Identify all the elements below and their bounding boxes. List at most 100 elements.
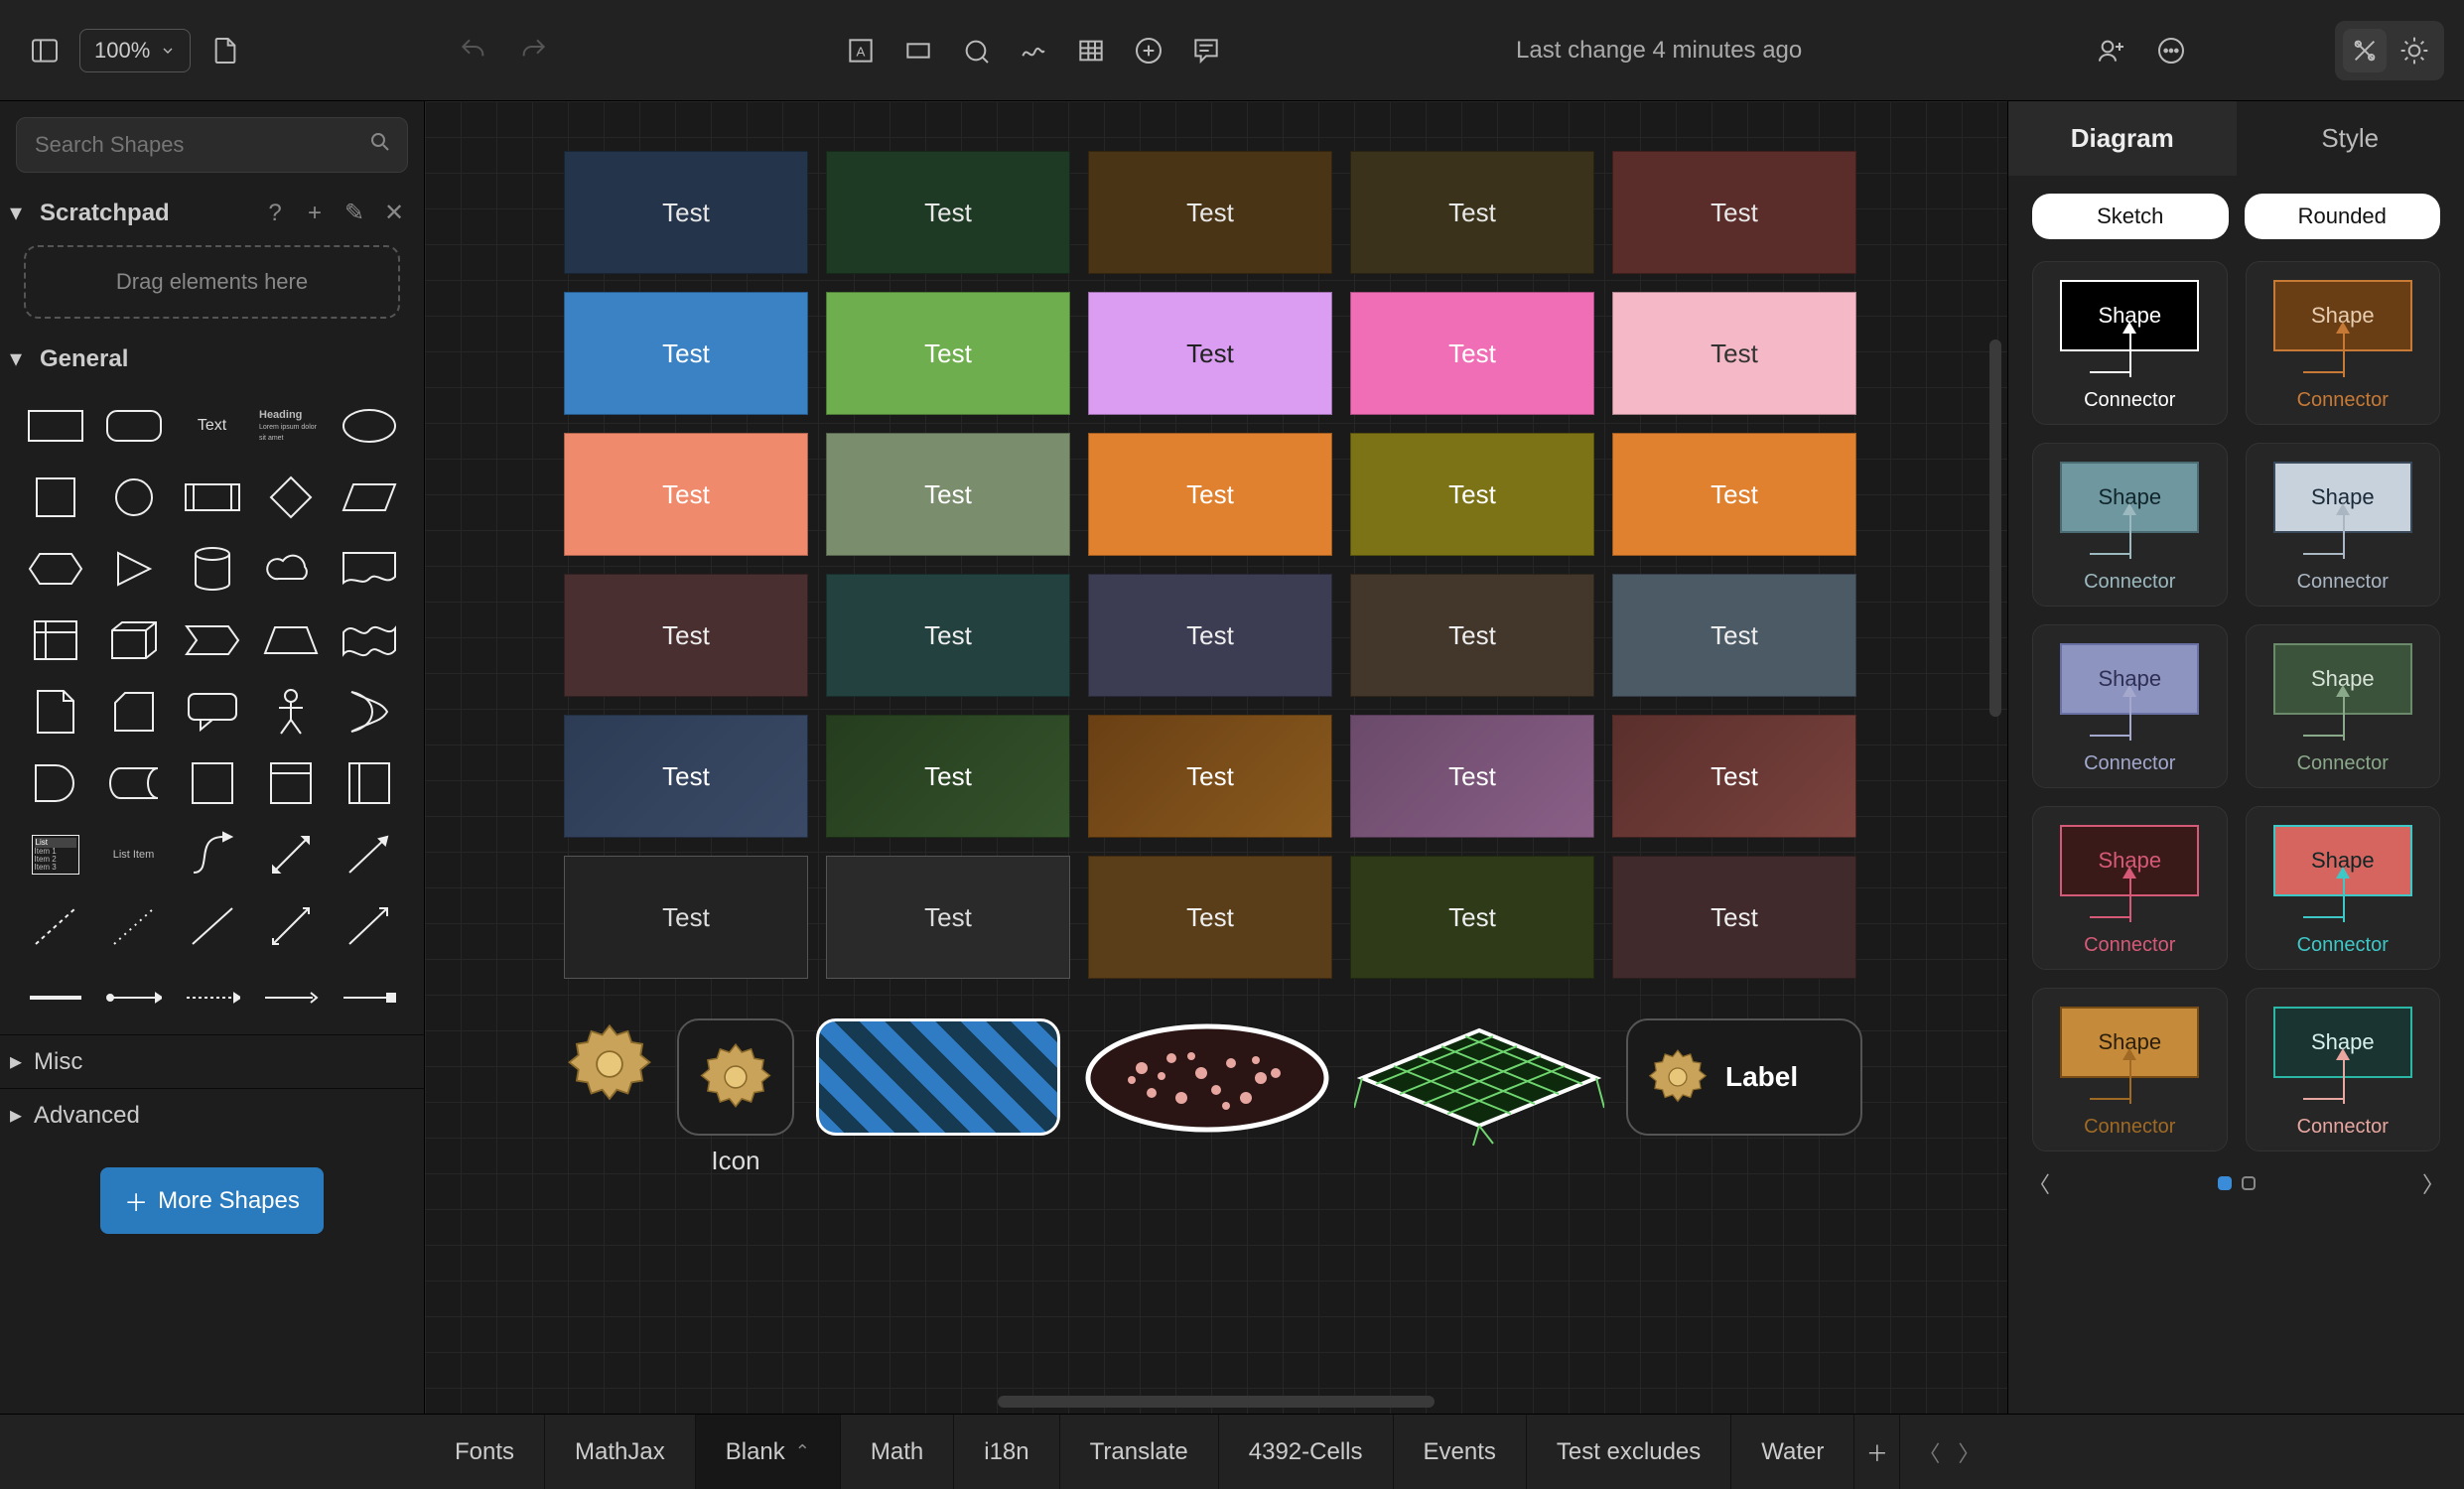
page-tab[interactable]: Water [1731, 1415, 1854, 1489]
page-tab[interactable]: Translate [1060, 1415, 1219, 1489]
shape-diamond[interactable] [259, 471, 322, 524]
canvas-cell[interactable]: Test [564, 715, 808, 838]
mesh-diamond[interactable] [1354, 1018, 1604, 1148]
style-preset[interactable]: ShapeConnector [2032, 624, 2228, 788]
icon-box[interactable] [677, 1018, 794, 1136]
label-box[interactable]: Label [1626, 1018, 1862, 1136]
shape-actor[interactable] [259, 685, 322, 739]
tabs-prev-icon[interactable]: 〈 [1918, 1436, 1940, 1468]
text-box-tool-icon[interactable]: A [836, 26, 886, 75]
canvas-cell[interactable]: Test [1612, 715, 1856, 838]
add-tool-icon[interactable] [1124, 26, 1173, 75]
page-tab[interactable]: Blank⌃ [696, 1415, 841, 1489]
canvas-cell[interactable]: Test [1088, 292, 1332, 415]
theme-toggle-icon[interactable] [2393, 29, 2436, 72]
shape-curve[interactable] [181, 828, 243, 881]
canvas-cell[interactable]: Test [1612, 151, 1856, 274]
shape-triangle[interactable] [102, 542, 165, 596]
canvas-cell[interactable]: Test [1088, 856, 1332, 979]
shape-dashline[interactable] [24, 899, 86, 953]
more-menu-icon[interactable] [2146, 26, 2196, 75]
shape-tape[interactable] [338, 613, 400, 667]
canvas-cell[interactable]: Test [1088, 574, 1332, 697]
canvas-cell[interactable]: Test [1612, 292, 1856, 415]
tab-diagram[interactable]: Diagram [2008, 101, 2237, 176]
canvas-cell[interactable]: Test [564, 433, 808, 556]
shape-dotline[interactable] [102, 899, 165, 953]
page-tab[interactable]: i18n [954, 1415, 1059, 1489]
shape-listitem[interactable]: List Item [102, 828, 165, 881]
shape-document[interactable] [338, 542, 400, 596]
page-tab[interactable]: MathJax [545, 1415, 696, 1489]
canvas-cell[interactable]: Test [826, 292, 1070, 415]
shape-hcontainer[interactable] [338, 756, 400, 810]
comment-tool-icon[interactable] [1181, 26, 1231, 75]
canvas-cell[interactable]: Test [1612, 433, 1856, 556]
shape-frame[interactable] [259, 756, 322, 810]
canvas-cell[interactable]: Test [1612, 856, 1856, 979]
shape-datastore[interactable] [102, 756, 165, 810]
shape-conn4[interactable] [338, 971, 400, 1024]
table-tool-icon[interactable] [1066, 26, 1116, 75]
freehand-tool-icon[interactable] [1009, 26, 1058, 75]
canvas-cell[interactable]: Test [1350, 574, 1594, 697]
add-page-button[interactable]: ＋ [1854, 1415, 1900, 1489]
chevron-right-icon[interactable]: 〉 [2422, 1167, 2444, 1199]
new-page-icon[interactable] [201, 26, 250, 75]
shape-cloud[interactable] [259, 542, 322, 596]
undo-icon[interactable] [449, 26, 498, 75]
shape-conn1[interactable] [102, 971, 165, 1024]
scratchpad-header[interactable]: ▾ Scratchpad ? + ✎ ✕ [0, 189, 424, 237]
advanced-header[interactable]: ▸ Advanced [0, 1088, 424, 1142]
shape-conn2[interactable] [181, 971, 243, 1024]
canvas-cell[interactable]: Test [1350, 292, 1594, 415]
style-preset[interactable]: ShapeConnector [2032, 261, 2228, 425]
shape-callout[interactable] [181, 685, 243, 739]
scratchpad-drop[interactable]: Drag elements here [24, 245, 400, 319]
tabs-next-icon[interactable]: 〉 [1958, 1436, 1980, 1468]
canvas-cell[interactable]: Test [826, 715, 1070, 838]
canvas-cell[interactable]: Test [1088, 151, 1332, 274]
canvas-cell[interactable]: Test [564, 151, 808, 274]
shape-and[interactable] [24, 756, 86, 810]
zoom-dropdown[interactable]: 100% [79, 29, 191, 72]
general-header[interactable]: ▾ General [0, 335, 424, 383]
canvas-cell[interactable]: Test [1350, 715, 1594, 838]
shape-rect[interactable] [24, 399, 86, 453]
vertical-scrollbar[interactable] [1989, 339, 2001, 717]
page-tab[interactable]: Test excludes [1527, 1415, 1731, 1489]
format-panel-toggle-icon[interactable] [2343, 29, 2387, 72]
shape-conn3[interactable] [259, 971, 322, 1024]
shape-note[interactable] [24, 685, 86, 739]
canvas-cell[interactable]: Test [564, 856, 808, 979]
pill-rounded[interactable]: Rounded [2245, 194, 2441, 239]
canvas[interactable]: TestTestTestTestTestTestTestTestTestTest… [425, 101, 2007, 1414]
shape-line[interactable] [181, 899, 243, 953]
search-icon[interactable] [368, 130, 392, 160]
canvas-cell[interactable]: Test [826, 433, 1070, 556]
chevron-left-icon[interactable]: 〈 [2028, 1167, 2050, 1199]
shape-ellipse[interactable] [338, 399, 400, 453]
add-icon[interactable]: + [301, 200, 329, 227]
shape-openarrow[interactable] [338, 899, 400, 953]
help-icon[interactable]: ? [261, 200, 289, 227]
shape-internal[interactable] [24, 613, 86, 667]
redo-icon[interactable] [508, 26, 558, 75]
misc-header[interactable]: ▸ Misc [0, 1034, 424, 1088]
ellipse-tool-icon[interactable] [951, 26, 1001, 75]
shape-square[interactable] [24, 471, 86, 524]
canvas-cell[interactable]: Test [1612, 574, 1856, 697]
shape-or[interactable] [338, 685, 400, 739]
shape-cube[interactable] [102, 613, 165, 667]
shape-card[interactable] [102, 685, 165, 739]
canvas-cell[interactable]: Test [564, 292, 808, 415]
shape-container[interactable] [181, 756, 243, 810]
shape-process[interactable] [181, 471, 243, 524]
share-icon[interactable] [2087, 26, 2136, 75]
shape-biline[interactable] [259, 899, 322, 953]
canvas-cell[interactable]: Test [1088, 433, 1332, 556]
page-tab[interactable]: Math [841, 1415, 954, 1489]
canvas-cell[interactable]: Test [826, 856, 1070, 979]
canvas-cell[interactable]: Test [1350, 856, 1594, 979]
shape-cylinder[interactable] [181, 542, 243, 596]
